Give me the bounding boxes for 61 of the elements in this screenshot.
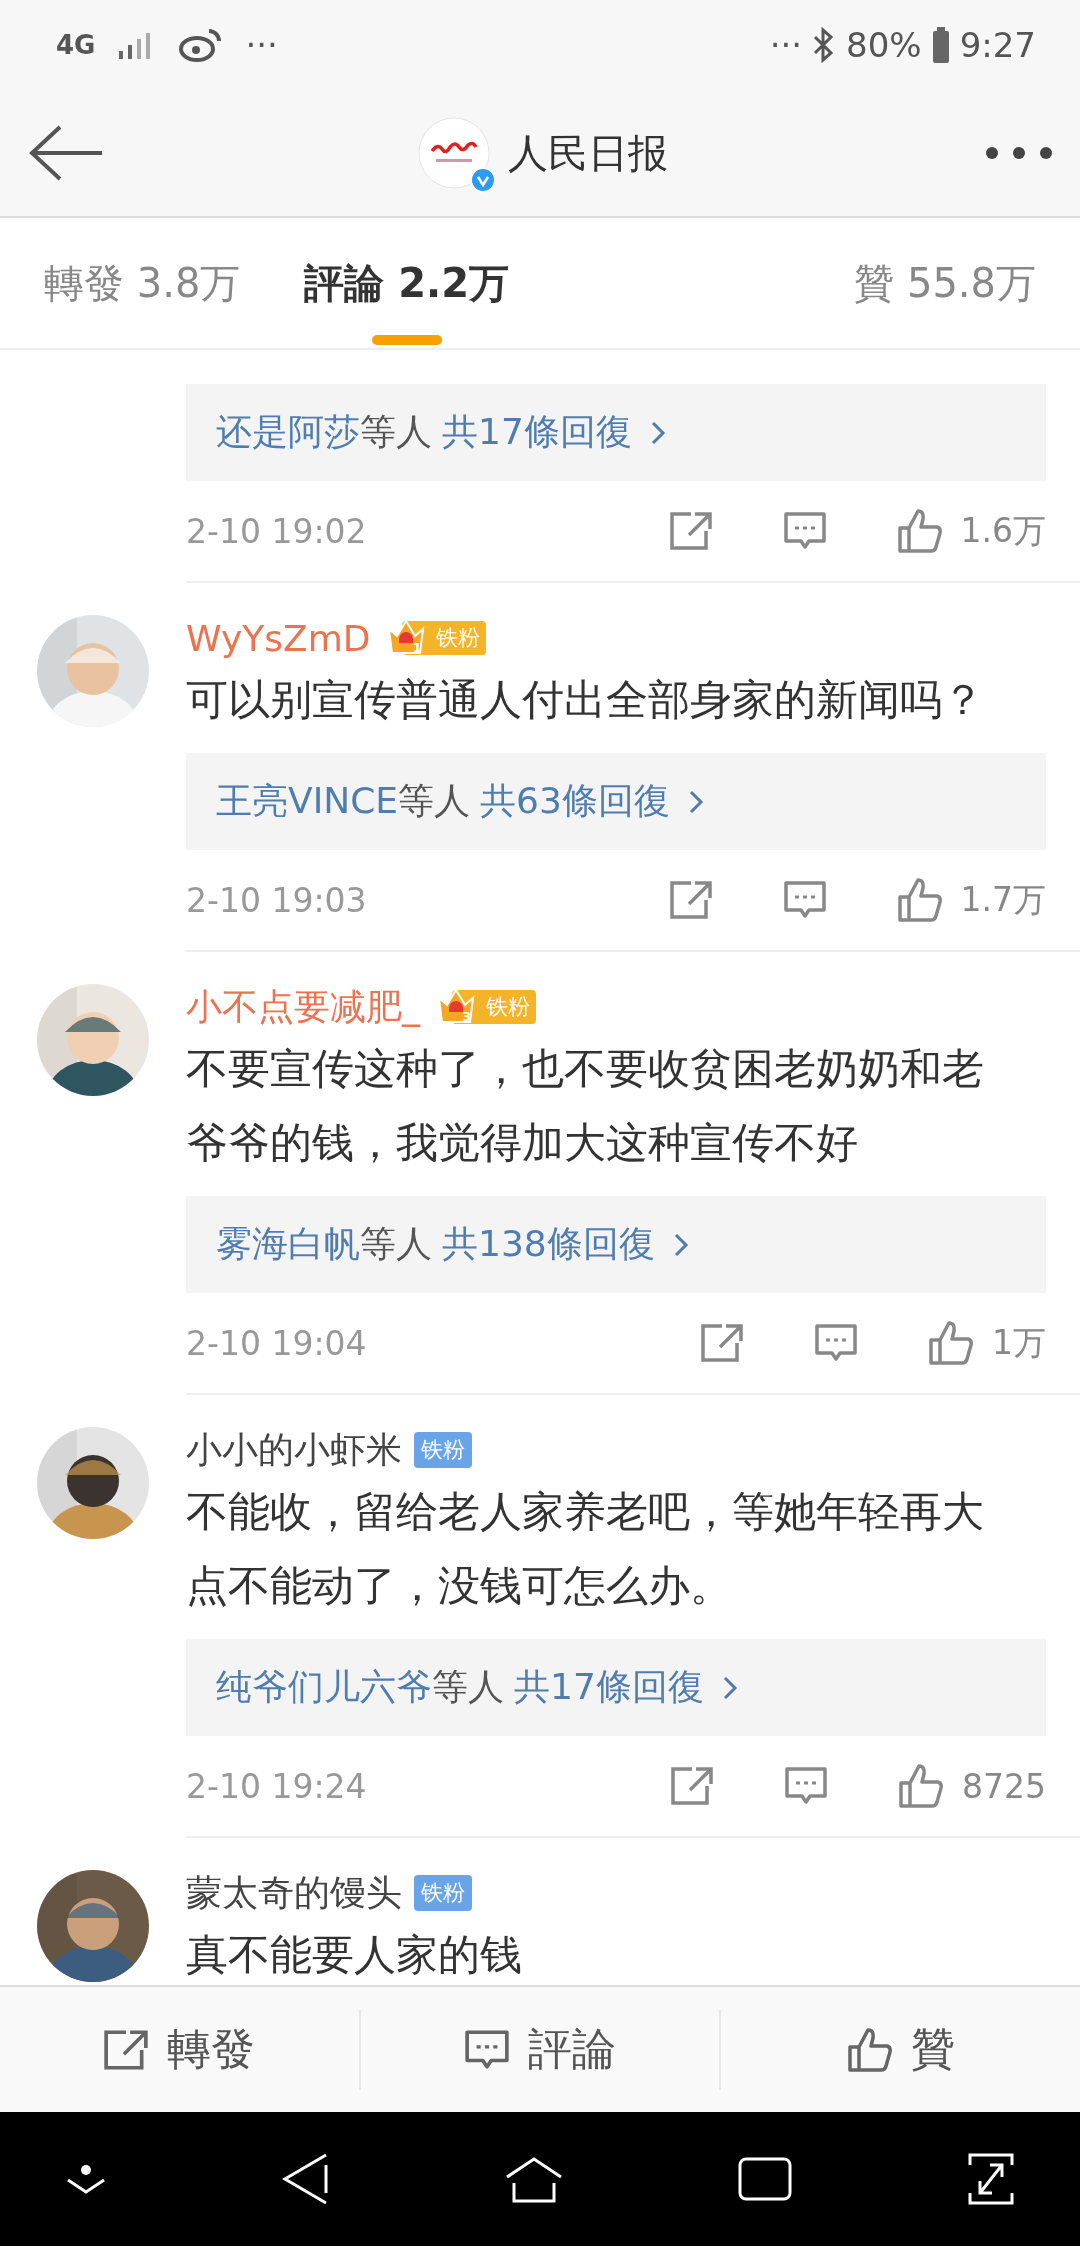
- comment-icon[interactable]: [784, 1766, 828, 1806]
- logo-icon: [418, 117, 490, 189]
- network-label: 4G: [56, 30, 96, 60]
- comment-icon: [464, 2028, 510, 2071]
- like-count: 1.7万: [960, 878, 1046, 921]
- like-icon[interactable]: [896, 877, 943, 923]
- comment-button[interactable]: 評論: [360, 2009, 722, 2090]
- chevron-icon: [721, 1674, 738, 1701]
- comment-time: 2-10 19:02: [186, 511, 367, 551]
- chevron-icon: [687, 788, 704, 815]
- chevron-icon: [649, 419, 666, 446]
- tab[interactable]: 轉發 3.8万: [44, 217, 241, 349]
- like-icon[interactable]: [896, 508, 943, 554]
- like-icon[interactable]: [898, 1763, 944, 1809]
- chevron-icon: [672, 1231, 689, 1258]
- comment-text: 不能收，留给老人家养老吧，等她年轻再大点不能动了，没钱可怎么办。: [186, 1486, 985, 1612]
- clock: 9:27: [959, 25, 1036, 65]
- user-name[interactable]: 蒙太奇的馒头: [186, 1868, 402, 1918]
- replies-link[interactable]: 王亮VINCE等人 共63條回復: [186, 753, 1046, 850]
- comment-text: 可以别宣传普通人付出全部身家的新闻吗？: [186, 674, 985, 726]
- like-count: 1万: [992, 1321, 1046, 1364]
- battery-percent: 80%: [846, 25, 922, 65]
- comment-icon[interactable]: [814, 1323, 858, 1363]
- back-arrow-icon[interactable]: [28, 123, 104, 183]
- repost-icon: [103, 2028, 150, 2071]
- fan-level: 1: [412, 641, 422, 655]
- comment-icon[interactable]: [782, 880, 827, 920]
- repost-icon[interactable]: [668, 511, 713, 551]
- replies-link[interactable]: 纯爷们儿六爷等人 共17條回復: [186, 1639, 1046, 1736]
- comment-text: 真不能要人家的钱: [186, 1929, 523, 1981]
- replies-link[interactable]: 雾海白帆等人 共138條回復: [186, 1196, 1046, 1293]
- like-icon[interactable]: [928, 1320, 974, 1366]
- comment-text: 不要宣传这种了，也不要收贫困老奶奶和老爷爷的钱，我觉得加大这种宣传不好: [186, 1043, 985, 1169]
- fan-badge: 铁粉: [414, 1875, 472, 1911]
- tab[interactable]: 贊 55.8万: [854, 217, 1036, 349]
- fan-level: 3: [462, 1010, 472, 1024]
- replies-link[interactable]: 还是阿莎等人 共17條回復: [186, 384, 1046, 481]
- expand-icon[interactable]: [966, 2151, 1016, 2207]
- repost-icon[interactable]: [668, 880, 713, 920]
- tab[interactable]: 評論 2.2万: [304, 217, 510, 349]
- like-count: 1.6万: [960, 509, 1046, 552]
- comment-time: 2-10 19:03: [186, 880, 367, 920]
- comment-time: 2-10 19:04: [186, 1323, 367, 1363]
- like-icon: [846, 2026, 893, 2073]
- comment-time: 2-10 19:24: [186, 1766, 367, 1806]
- repost-button[interactable]: 轉發: [0, 2009, 361, 2090]
- weibo-icon: [179, 27, 224, 63]
- comment-icon[interactable]: [782, 511, 827, 551]
- user-name[interactable]: 小小的小虾米: [186, 1425, 402, 1475]
- more-indicator: ···: [769, 25, 803, 65]
- home-icon[interactable]: [504, 2155, 564, 2203]
- like-count: 8725: [962, 1766, 1046, 1806]
- fan-badge: 铁粉: [414, 1432, 472, 1468]
- repost-icon[interactable]: [670, 1766, 714, 1806]
- more-indicator: ···: [245, 25, 278, 65]
- battery-icon: [931, 27, 950, 63]
- repost-icon[interactable]: [700, 1323, 744, 1363]
- like-button[interactable]: 贊: [721, 2009, 1080, 2090]
- account-title: 人民日报: [508, 128, 668, 178]
- back-icon[interactable]: [282, 2153, 330, 2205]
- recents-icon[interactable]: [738, 2157, 792, 2201]
